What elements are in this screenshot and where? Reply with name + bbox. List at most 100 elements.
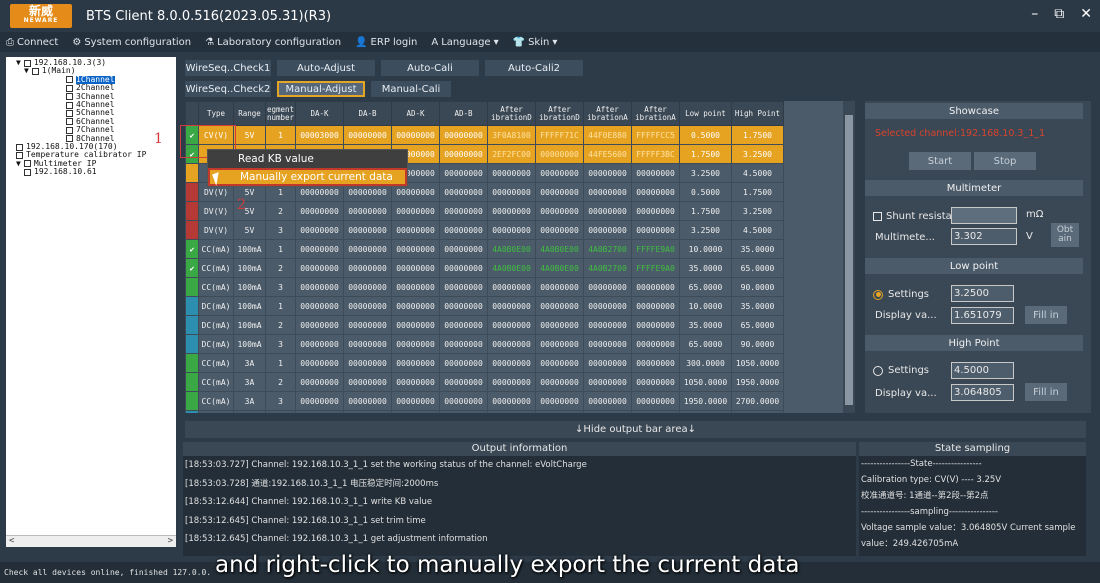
table-row[interactable]: DC(mA) 100mA 2 00000000 00000000 00000000 0000… [185, 315, 784, 335]
row-status-marker[interactable] [185, 182, 199, 202]
manual-cali-button[interactable]: Manual-Cali [371, 81, 451, 97]
expand-toggle-icon[interactable]: ▼ [24, 66, 29, 75]
radio-unchecked-icon[interactable] [873, 365, 883, 376]
table-row[interactable]: DV(V) 5V 3 00000000 00000000 00000000 00000000… [185, 220, 784, 240]
low-settings-input[interactable]: 3.2500 [951, 285, 1014, 302]
minimize-button[interactable]: – [1031, 6, 1038, 22]
grid-vscrollbar[interactable] [843, 101, 855, 413]
menu-item-manually-export[interactable]: Manually export current data [208, 168, 407, 186]
row-status-marker[interactable] [185, 391, 199, 411]
table-row[interactable]: DV(V) 5V 2 00000000 00000000 00000000 00000000… [185, 201, 784, 221]
column-header[interactable]: egment number [265, 101, 296, 126]
column-header[interactable]: After ibrationA [631, 101, 680, 126]
output-panel: Output information [18:53:03.727] Channe… [183, 442, 856, 556]
row-status-marker[interactable] [185, 277, 199, 297]
start-button[interactable]: Start [909, 152, 971, 170]
table-row[interactable]: ✔ CC(mA) 100mA 2 00000000 00000000 00000000 000… [185, 258, 784, 278]
column-header[interactable]: AD-B [439, 101, 488, 126]
tree-item[interactable]: 192.168.10.61 [6, 167, 176, 176]
row-status-marker[interactable] [185, 201, 199, 221]
tree-item[interactable]: ▼ 192.168.10.3(3) [6, 58, 176, 67]
hide-output-bar-button[interactable]: ↓Hide output bar area↓ [185, 421, 1086, 438]
obtain-button[interactable]: Obt ain [1051, 223, 1079, 247]
radio-checked-icon[interactable] [873, 289, 883, 300]
wireseq-check1-button[interactable]: WireSeq..Check1 [185, 60, 271, 76]
tree-checkbox[interactable] [24, 168, 31, 176]
menu-system-configuration[interactable]: ⚙ System configuration [72, 37, 191, 48]
window-title: BTS Client 8.0.0.516(2023.05.31)(R3) [86, 8, 332, 24]
multimeter-value-input[interactable]: 3.302 [951, 228, 1017, 245]
row-status-marker[interactable] [185, 372, 199, 392]
low-fill-in-button[interactable]: Fill in [1025, 306, 1067, 324]
tree-checkbox[interactable] [66, 110, 73, 118]
row-status-marker[interactable] [185, 163, 199, 183]
row-status-marker[interactable] [185, 220, 199, 240]
tree-checkbox[interactable] [23, 160, 31, 168]
tree-checkbox[interactable] [31, 68, 39, 76]
tree-checkbox[interactable] [16, 151, 23, 159]
table-row[interactable]: DC(mA) 100mA 3 00000000 00000000 00000000 0000… [185, 334, 784, 354]
check-icon[interactable]: ✔ [185, 258, 199, 278]
check-icon[interactable]: ✔ [185, 239, 199, 259]
column-header[interactable]: AD-K [391, 101, 440, 126]
manual-adjust-button[interactable]: Manual-Adjust [277, 81, 365, 97]
column-header[interactable]: After ibrationD [535, 101, 584, 126]
table-row[interactable]: CC(mA) 100mA 3 00000000 00000000 00000000 0000… [185, 277, 784, 297]
menu-skin[interactable]: 👕 Skin ▾ [513, 37, 558, 48]
tree-checkbox[interactable] [66, 118, 73, 126]
auto-cali-button[interactable]: Auto-Cali [381, 60, 479, 76]
expand-toggle-icon[interactable]: ▼ [16, 58, 21, 67]
expand-toggle-icon[interactable]: ▼ [16, 159, 21, 168]
menu-erp-login[interactable]: 👤 ERP login [355, 37, 417, 48]
high-settings-input[interactable]: 4.5000 [951, 362, 1014, 379]
close-button[interactable]: ✕ [1080, 6, 1092, 22]
scroll-right-icon[interactable]: > [168, 536, 173, 547]
scroll-left-icon[interactable]: < [9, 536, 14, 547]
low-settings-radio[interactable]: Settings [873, 289, 929, 300]
row-status-marker[interactable] [185, 410, 199, 413]
row-status-marker[interactable] [185, 334, 199, 354]
menu-item-read-kb-value[interactable]: Read KB value [208, 150, 407, 168]
table-row[interactable]: DC(mA) 100mA 1 00000000 00000000 00000000 0000… [185, 296, 784, 316]
high-fill-in-button[interactable]: Fill in [1025, 383, 1067, 401]
auto-adjust-button[interactable]: Auto-Adjust [277, 60, 375, 76]
table-cell: 00000000 [295, 315, 344, 335]
menu-laboratory-configuration[interactable]: ⚗ Laboratory configuration [205, 37, 341, 48]
row-status-marker[interactable] [185, 353, 199, 373]
tree-checkbox[interactable] [66, 93, 73, 101]
tree-checkbox[interactable] [66, 76, 73, 84]
menu-connect[interactable]: ⎙ Connect [6, 37, 58, 48]
column-header[interactable]: After ibrationD [487, 101, 536, 126]
row-status-marker[interactable] [185, 315, 199, 335]
tree-checkbox[interactable] [66, 126, 73, 134]
checkbox-icon[interactable] [873, 212, 882, 221]
table-row[interactable]: DC(mA)3A10000000000000000000000000000000… [185, 410, 784, 413]
table-row[interactable]: CC(mA) 3A 1 00000000 00000000 00000000 0000000… [185, 353, 784, 373]
stop-button[interactable]: Stop [974, 152, 1036, 170]
shunt-resistance-input[interactable] [951, 207, 1017, 224]
table-row[interactable]: CC(mA) 3A 3 00000000 00000000 00000000 0000000… [185, 391, 784, 411]
shunt-checkbox[interactable]: Shunt resista [873, 211, 952, 222]
tree-hscrollbar[interactable]: < > [6, 535, 176, 547]
wireseq-check2-button[interactable]: WireSeq..Check2 [185, 81, 271, 97]
column-header[interactable]: Low point [679, 101, 732, 126]
tree-checkbox[interactable] [66, 101, 73, 109]
column-header[interactable]: Type [198, 101, 234, 126]
column-header[interactable]: Range [233, 101, 266, 126]
tree-checkbox[interactable] [66, 84, 73, 92]
high-settings-radio[interactable]: Settings [873, 365, 929, 376]
column-header[interactable]: High Point [731, 101, 784, 126]
row-status-marker[interactable] [185, 296, 199, 316]
table-cell: 00000000 [583, 334, 632, 354]
table-row[interactable]: CC(mA) 3A 2 00000000 00000000 00000000 0000000… [185, 372, 784, 392]
tree-checkbox[interactable] [16, 143, 23, 151]
column-header[interactable]: DA-B [343, 101, 392, 126]
menu-language[interactable]: A Language ▾ [431, 37, 498, 48]
column-header[interactable]: After ibrationA [583, 101, 632, 126]
table-row[interactable]: ✔ CC(mA) 100mA 1 00000000 00000000 00000000 000… [185, 239, 784, 259]
scrollbar-thumb[interactable] [845, 115, 853, 405]
column-header[interactable]: DA-K [295, 101, 344, 126]
auto-cali2-button[interactable]: Auto-Cali2 [485, 60, 583, 76]
table-row[interactable]: ✔ CV(V) 5V 1 00003000 00000000 00000000 0000000… [185, 125, 784, 145]
maximize-button[interactable]: ⧉ [1054, 6, 1064, 22]
